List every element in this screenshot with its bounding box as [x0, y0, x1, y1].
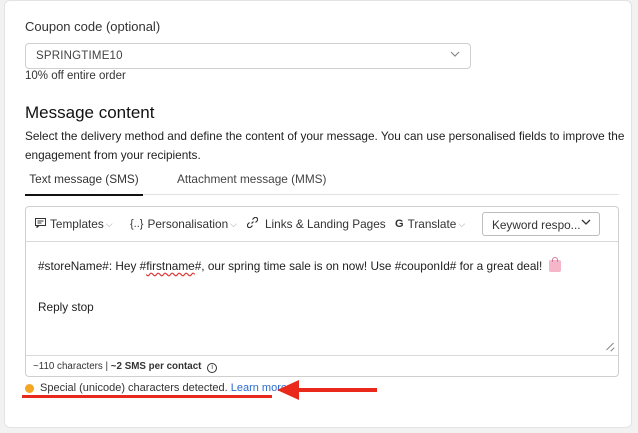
- annotation-arrow-icon: [277, 380, 377, 400]
- message-content-title: Message content: [25, 103, 155, 122]
- translate-menu[interactable]: G Translate ⌵: [395, 217, 465, 231]
- message-line-1: #storeName#: Hey #firstname#, our spring…: [38, 257, 561, 273]
- shopping-bag-emoji-icon: [548, 257, 561, 272]
- resize-handle-icon[interactable]: [606, 343, 614, 351]
- keyword-response-label: Keyword respo...: [492, 218, 581, 232]
- template-icon: [35, 217, 46, 231]
- campaign-card: Coupon code (optional) SPRINGTIME10 10% …: [4, 0, 632, 428]
- info-icon[interactable]: i: [207, 363, 218, 373]
- templates-label: Templates: [50, 217, 104, 231]
- keyword-response-select[interactable]: Keyword respo...: [482, 212, 600, 236]
- editor-toolbar: Templates ⌵ {..} Personalisation ⌵ Links…: [26, 207, 618, 242]
- warning-icon: [25, 383, 34, 393]
- message-line-2: Reply stop: [38, 300, 94, 314]
- chevron-down-icon: [581, 218, 591, 229]
- google-icon: G: [395, 218, 404, 230]
- link-icon: [246, 216, 259, 231]
- chevron-down-icon: ⌵: [105, 218, 113, 229]
- message-tabs: Text message (SMS) Attachment message (M…: [25, 169, 619, 196]
- links-label: Links & Landing Pages: [265, 217, 386, 231]
- annotation-underline: [22, 395, 272, 398]
- character-counter: ~110 characters | ~2 SMS per contact i: [26, 355, 618, 377]
- personalisation-menu[interactable]: {..} Personalisation ⌵: [130, 217, 237, 231]
- misspelled-word: firstname: [146, 259, 195, 273]
- message-text: #, our spring time sale is on now! Use #…: [194, 259, 543, 273]
- message-editor: Templates ⌵ {..} Personalisation ⌵ Links…: [25, 206, 619, 377]
- tab-mms[interactable]: Attachment message (MMS): [177, 172, 326, 186]
- chevron-down-icon: ⌵: [230, 218, 237, 229]
- chevron-down-icon: ⌵: [458, 218, 466, 229]
- sms-count: ~2 SMS per contact: [110, 361, 202, 372]
- chevron-down-icon: [450, 50, 460, 61]
- coupon-label: Coupon code (optional): [25, 19, 161, 34]
- coupon-description: 10% off entire order: [25, 70, 126, 82]
- tab-sms[interactable]: Text message (SMS): [25, 172, 143, 196]
- message-textarea[interactable]: #storeName#: Hey #firstname#, our spring…: [26, 242, 618, 355]
- templates-menu[interactable]: Templates ⌵: [35, 217, 113, 231]
- coupon-value: SPRINGTIME10: [36, 50, 123, 62]
- links-landing-pages-button[interactable]: Links & Landing Pages: [246, 216, 386, 231]
- warning-text: Special (unicode) characters detected.: [40, 382, 228, 394]
- coupon-select[interactable]: SPRINGTIME10: [25, 43, 471, 69]
- personalisation-label: Personalisation: [147, 217, 229, 231]
- message-content-description: Select the delivery method and define th…: [25, 129, 625, 162]
- message-text: #storeName#: Hey #: [38, 259, 147, 273]
- braces-icon: {..}: [130, 218, 144, 230]
- character-count: ~110 characters |: [33, 361, 111, 372]
- unicode-warning: Special (unicode) characters detected. L…: [25, 382, 290, 394]
- translate-label: Translate: [407, 217, 457, 231]
